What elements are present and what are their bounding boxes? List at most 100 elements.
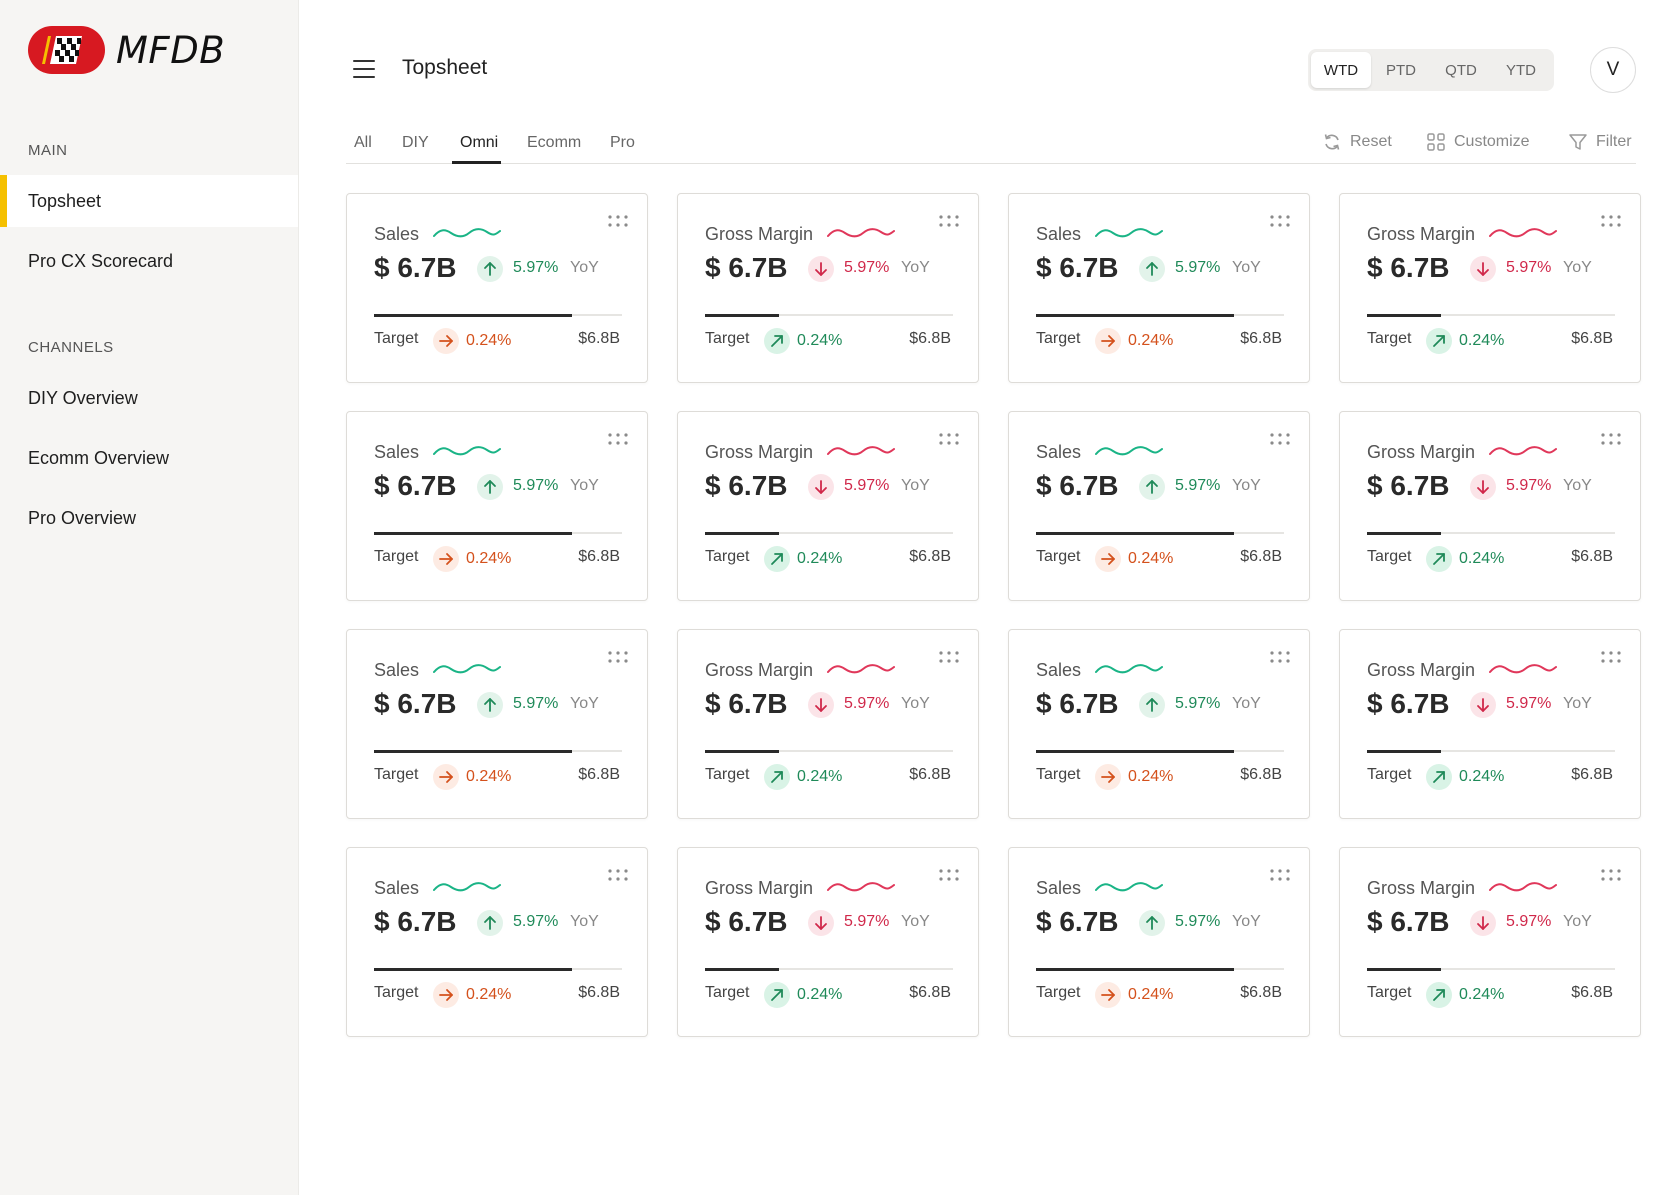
yoy-label: YoY [570,477,599,494]
more-options-icon[interactable] [938,432,960,446]
more-options-icon[interactable] [1269,868,1291,882]
grid-icon [1427,133,1445,151]
metric-card[interactable]: Sales $ 6.7B 5.97% YoY Target 0.24% $6.8… [1008,193,1310,383]
yoy-label: YoY [1563,477,1592,494]
metric-card[interactable]: Gross Margin $ 6.7B 5.97% YoY Target 0.2… [1339,193,1641,383]
metric-card[interactable]: Gross Margin $ 6.7B 5.97% YoY Target 0.2… [1339,629,1641,819]
metric-card[interactable]: Sales $ 6.7B 5.97% YoY Target 0.24% $6.8… [1008,629,1310,819]
metric-card[interactable]: Gross Margin $ 6.7B 5.97% YoY Target 0.2… [677,411,979,601]
yoy-percent: 5.97% [1175,259,1221,276]
target-value: $6.8B [578,548,620,565]
yoy-percent: 5.97% [513,259,559,276]
metric-card[interactable]: Sales $ 6.7B 5.97% YoY Target 0.24% $6.8… [1008,411,1310,601]
yoy-label: YoY [1563,259,1592,276]
yoy-label: YoY [570,259,599,276]
period-ytd-button[interactable]: YTD [1491,52,1551,88]
target-value: $6.8B [909,548,951,565]
more-options-icon[interactable] [1600,650,1622,664]
target-progress-fill [705,531,780,535]
menu-icon[interactable] [353,60,375,78]
more-options-icon[interactable] [607,650,629,664]
metric-title: Sales [1036,224,1082,244]
metric-card[interactable]: Sales $ 6.7B 5.97% YoY Target 0.24% $6.8… [346,847,648,1037]
more-options-icon[interactable] [1269,214,1291,228]
reset-button[interactable]: Reset [1322,132,1392,152]
yoy-label: YoY [901,913,930,930]
more-options-icon[interactable] [1600,432,1622,446]
target-arrow-icon [1095,982,1121,1008]
metric-card[interactable]: Gross Margin $ 6.7B 5.97% YoY Target 0.2… [677,847,979,1037]
target-progress-fill [1367,967,1442,971]
metric-card[interactable]: Gross Margin $ 6.7B 5.97% YoY Target 0.2… [677,629,979,819]
metric-card[interactable]: Sales $ 6.7B 5.97% YoY Target 0.24% $6.8… [346,193,648,383]
target-value: $6.8B [1571,548,1613,565]
target-value: $6.8B [1571,766,1613,783]
metric-value: $ 6.7B [1036,688,1119,719]
customize-button[interactable]: Customize [1426,132,1530,152]
metric-value: $ 6.7B [1367,252,1450,283]
tab-omni[interactable]: Omni [460,134,498,152]
sidebar-item-ecomm-overview[interactable]: Ecomm Overview [0,432,298,484]
app-logo[interactable]: MFDB [28,26,225,74]
metric-card[interactable]: Sales $ 6.7B 5.97% YoY Target 0.24% $6.8… [1008,847,1310,1037]
yoy-arrow-icon [477,256,503,282]
period-wtd-button[interactable]: WTD [1311,52,1371,88]
more-options-icon[interactable] [938,650,960,664]
more-options-icon[interactable] [607,214,629,228]
more-options-icon[interactable] [1269,432,1291,446]
more-options-icon[interactable] [938,214,960,228]
yoy-percent: 5.97% [513,695,559,712]
tab-all[interactable]: All [354,134,372,152]
metric-value: $ 6.7B [1036,252,1119,283]
target-arrow-icon [433,328,459,354]
target-percent: 0.24% [797,550,843,567]
period-qtd-button[interactable]: QTD [1431,52,1491,88]
more-options-icon[interactable] [1600,868,1622,882]
tab-diy[interactable]: DIY [402,134,429,152]
tab-pro[interactable]: Pro [610,134,635,152]
yoy-percent: 5.97% [513,477,559,494]
target-label: Target [374,548,419,565]
target-value: $6.8B [578,330,620,347]
metric-value: $ 6.7B [705,688,788,719]
more-options-icon[interactable] [1269,650,1291,664]
target-progress-fill [1367,531,1442,535]
metric-value: $ 6.7B [1036,470,1119,501]
metric-title: Sales [1036,878,1082,898]
tab-ecomm[interactable]: Ecomm [527,134,581,152]
target-label: Target [1367,984,1412,1001]
more-options-icon[interactable] [607,868,629,882]
yoy-arrow-icon [808,692,834,718]
metric-value: $ 6.7B [374,252,457,283]
metric-card[interactable]: Gross Margin $ 6.7B 5.97% YoY Target 0.2… [1339,847,1641,1037]
filter-button[interactable]: Filter [1568,132,1632,152]
metric-card[interactable]: Sales $ 6.7B 5.97% YoY Target 0.24% $6.8… [346,629,648,819]
yoy-arrow-icon [1470,256,1496,282]
metric-card[interactable]: Sales $ 6.7B 5.97% YoY Target 0.24% $6.8… [346,411,648,601]
metric-title: Sales [374,660,420,680]
period-ptd-button[interactable]: PTD [1371,52,1431,88]
checkered-flag-logo-icon [28,26,105,74]
sparkline-icon [1095,882,1163,892]
metric-title: Gross Margin [1367,224,1476,244]
yoy-label: YoY [570,695,599,712]
sidebar-item-pro-cx-scorecard[interactable]: Pro CX Scorecard [0,235,298,287]
active-tab-indicator [452,161,501,164]
user-avatar[interactable]: V [1590,47,1636,93]
target-arrow-icon [764,764,790,790]
sparkline-icon [1489,882,1557,892]
more-options-icon[interactable] [607,432,629,446]
yoy-percent: 5.97% [1175,695,1221,712]
sidebar-item-topsheet[interactable]: Topsheet [0,175,298,227]
metric-card[interactable]: Gross Margin $ 6.7B 5.97% YoY Target 0.2… [677,193,979,383]
target-label: Target [1367,766,1412,783]
metric-card[interactable]: Gross Margin $ 6.7B 5.97% YoY Target 0.2… [1339,411,1641,601]
sidebar-item-pro-overview[interactable]: Pro Overview [0,492,298,544]
more-options-icon[interactable] [1600,214,1622,228]
metric-title: Sales [374,878,420,898]
yoy-label: YoY [1232,695,1261,712]
yoy-percent: 5.97% [1506,259,1552,276]
target-progress-fill [374,531,573,535]
sidebar-item-diy-overview[interactable]: DIY Overview [0,372,298,424]
more-options-icon[interactable] [938,868,960,882]
